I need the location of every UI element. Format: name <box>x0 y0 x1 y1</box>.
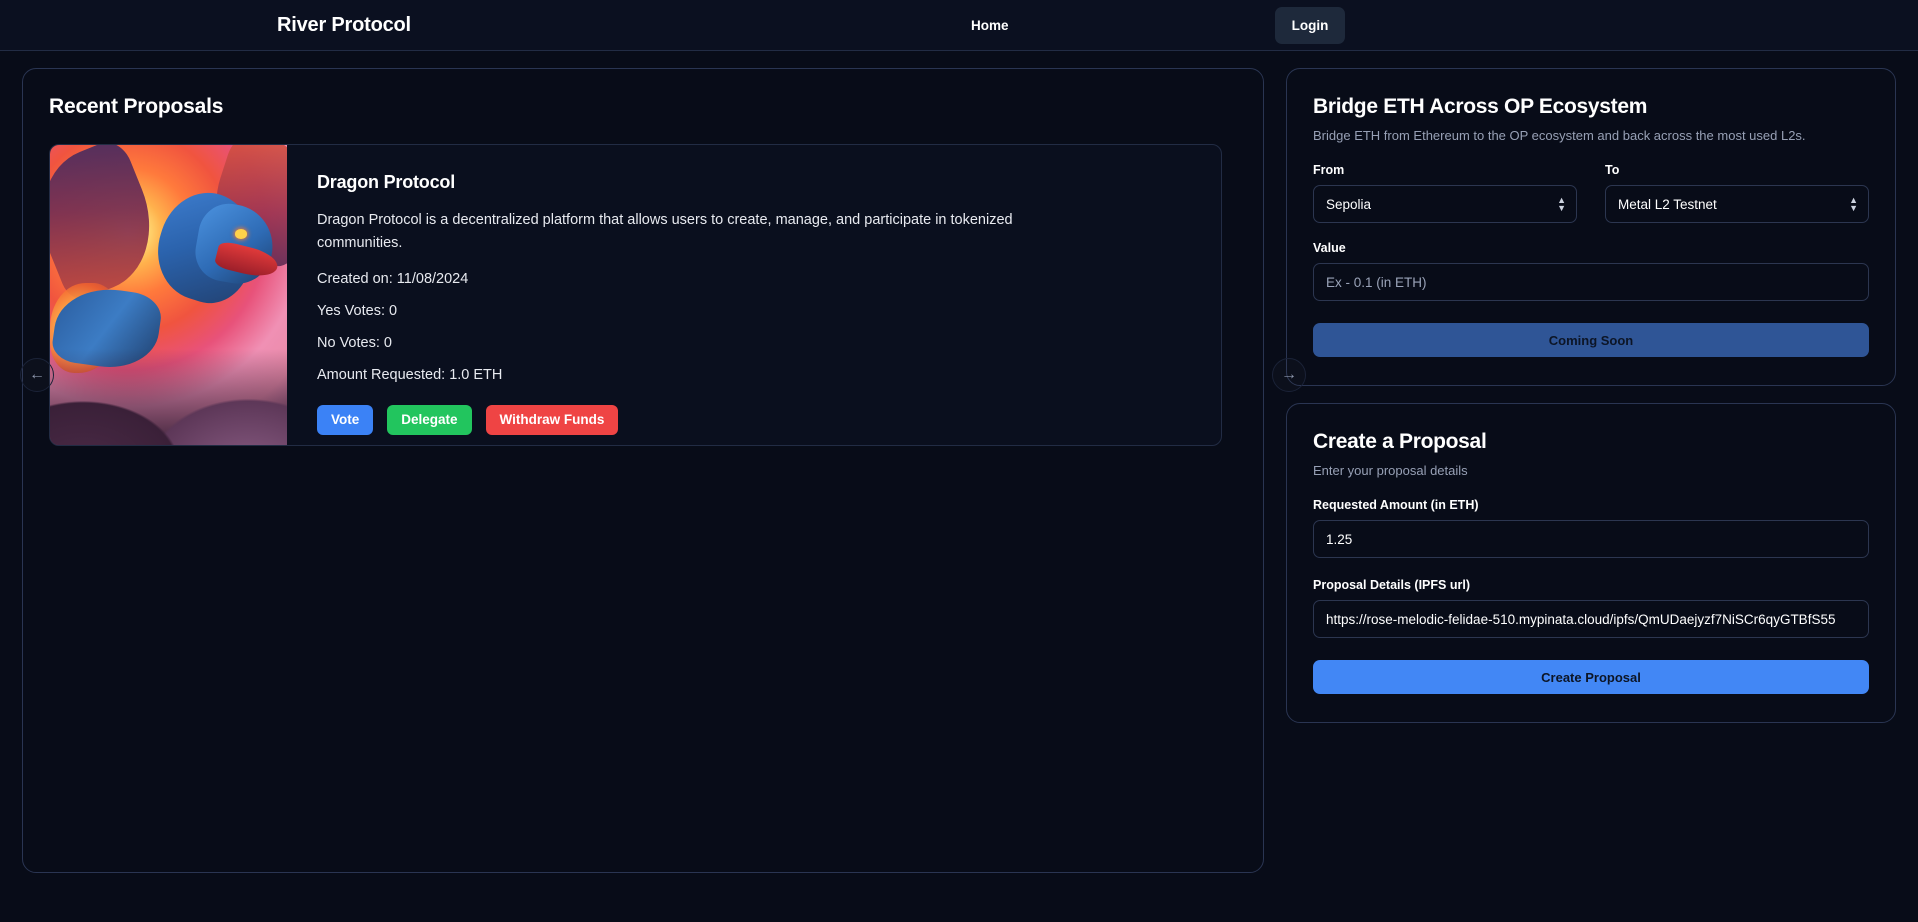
withdraw-funds-button[interactable]: Withdraw Funds <box>485 404 619 435</box>
requested-amount-label: Requested Amount (in ETH) <box>1313 498 1479 512</box>
create-proposal-title: Create a Proposal <box>1313 430 1487 453</box>
coming-soon-button[interactable]: Coming Soon <box>1313 323 1869 357</box>
vote-button[interactable]: Vote <box>317 404 374 435</box>
page-body: Recent Proposals Dragon Protocol Dragon … <box>0 51 1918 922</box>
proposal-yes-votes: Yes Votes: 0 <box>317 302 398 319</box>
brand-logo[interactable]: River Protocol <box>277 14 411 37</box>
from-network-select-wrap: Sepolia ▲ ▼ <box>1313 185 1577 223</box>
proposal-thumbnail-image <box>50 145 287 445</box>
nav-item-home[interactable]: Home <box>971 18 1009 33</box>
value-label: Value <box>1313 241 1346 255</box>
proposal-no-votes: No Votes: 0 <box>317 334 392 351</box>
bridge-network-row: From Sepolia ▲ ▼ To Metal L2 Testnet ▲ ▼ <box>1313 163 1869 223</box>
proposal-details-group: Proposal Details (IPFS url) <box>1313 578 1869 638</box>
dragon-eye-shape <box>234 229 247 239</box>
proposal-action-row: Vote Delegate Withdraw Funds <box>317 404 1191 435</box>
bridge-value-group: Value <box>1313 241 1869 301</box>
bridge-eth-card: Bridge ETH Across OP Ecosystem Bridge ET… <box>1286 68 1896 386</box>
proposal-card: Dragon Protocol Dragon Protocol is a dec… <box>49 144 1222 446</box>
requested-amount-group: Requested Amount (in ETH) <box>1313 498 1869 558</box>
proposal-description: Dragon Protocol is a decentralized platf… <box>317 212 1013 251</box>
delegate-button[interactable]: Delegate <box>387 404 472 435</box>
proposal-details: Dragon Protocol Dragon Protocol is a dec… <box>287 145 1221 445</box>
mountain-shape <box>50 349 287 445</box>
create-proposal-card: Create a Proposal Enter your proposal de… <box>1286 403 1896 723</box>
login-button[interactable]: Login <box>1275 7 1345 44</box>
from-label: From <box>1313 163 1345 177</box>
to-network-select-wrap: Metal L2 Testnet ▲ ▼ <box>1605 185 1869 223</box>
to-network-select[interactable]: Metal L2 Testnet <box>1605 185 1869 223</box>
page-title: Recent Proposals <box>49 95 224 118</box>
arrow-left-icon[interactable]: ← <box>20 358 54 392</box>
proposal-details-input[interactable] <box>1313 600 1869 638</box>
bridge-value-input[interactable] <box>1313 263 1869 301</box>
recent-proposals-panel: Recent Proposals Dragon Protocol Dragon … <box>20 68 1306 873</box>
right-column: Bridge ETH Across OP Ecosystem Bridge ET… <box>1286 68 1896 922</box>
requested-amount-input[interactable] <box>1313 520 1869 558</box>
from-network-select[interactable]: Sepolia <box>1313 185 1577 223</box>
top-navbar: River Protocol Home Login <box>0 0 1918 51</box>
proposal-title: Dragon Protocol <box>317 172 456 192</box>
create-proposal-button[interactable]: Create Proposal <box>1313 660 1869 694</box>
arrow-right-icon[interactable]: → <box>1272 358 1306 392</box>
proposal-amount-requested: Amount Requested: 1.0 ETH <box>317 366 503 383</box>
proposal-details-label: Proposal Details (IPFS url) <box>1313 578 1470 592</box>
to-label: To <box>1605 163 1620 177</box>
bridge-card-title: Bridge ETH Across OP Ecosystem <box>1313 95 1648 118</box>
bridge-card-subtitle: Bridge ETH from Ethereum to the OP ecosy… <box>1313 128 1806 143</box>
proposal-created-on: Created on: 11/08/2024 <box>317 270 469 287</box>
create-proposal-subtitle: Enter your proposal details <box>1313 463 1468 478</box>
